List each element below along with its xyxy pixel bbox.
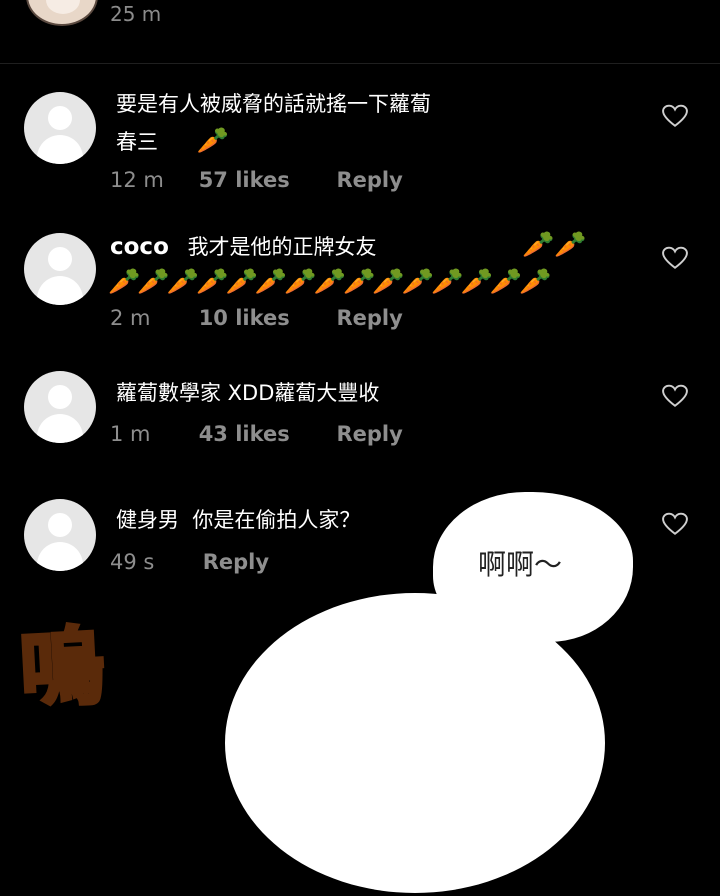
heart-outline-icon[interactable] bbox=[662, 512, 688, 536]
speech-bubble-text: 啊啊～ bbox=[478, 548, 563, 581]
comment-text: coco 我才是他的正牌女友 bbox=[110, 231, 377, 261]
comment-time: 2 m bbox=[110, 306, 151, 330]
comment-text-line1: 我才是他的正牌女友 bbox=[187, 235, 377, 259]
likes-count[interactable]: 43 likes bbox=[199, 422, 290, 446]
comment-text: 春三 🥕 bbox=[116, 126, 229, 156]
likes-count[interactable]: 57 likes bbox=[199, 168, 290, 192]
reply-button[interactable]: Reply bbox=[336, 168, 402, 192]
comment-time: 25 m bbox=[110, 2, 162, 26]
reply-button[interactable]: Reply bbox=[203, 550, 269, 574]
username[interactable]: coco bbox=[110, 234, 169, 260]
comment-meta: 1 m 43 likes Reply bbox=[110, 422, 403, 446]
default-avatar-icon[interactable] bbox=[24, 371, 96, 443]
comment-meta: 49 s Reply bbox=[110, 550, 269, 574]
comment-time: 49 s bbox=[110, 550, 155, 574]
reply-button[interactable]: Reply bbox=[336, 306, 402, 330]
comment-time: 1 m bbox=[110, 422, 151, 446]
comment-text: 要是有人被威脅的話就搖一下蘿蔔 bbox=[116, 92, 431, 116]
default-avatar-icon[interactable] bbox=[24, 92, 96, 164]
comment-text: 健身男 你是在偷拍人家？ bbox=[116, 508, 361, 532]
comment-time: 12 m bbox=[110, 168, 164, 192]
sound-effect-text: 嗚 bbox=[15, 615, 102, 721]
default-avatar-icon[interactable] bbox=[24, 233, 96, 305]
carrot-emoji-row: 🥕🥕🥕🥕🥕🥕🥕🥕🥕🥕🥕🥕🥕🥕🥕 bbox=[108, 267, 552, 297]
comment-text: 蘿蔔數學家 XDD蘿蔔大豐收 bbox=[116, 381, 380, 405]
comment-meta: 12 m 57 likes Reply bbox=[110, 168, 403, 192]
heart-outline-icon[interactable] bbox=[662, 246, 688, 270]
heart-outline-icon[interactable] bbox=[662, 384, 688, 408]
heart-outline-icon[interactable] bbox=[662, 104, 688, 128]
carrot-emoji: 🥕 bbox=[196, 126, 230, 156]
divider bbox=[0, 63, 720, 64]
reply-button[interactable]: Reply bbox=[336, 422, 402, 446]
default-avatar-icon[interactable] bbox=[24, 499, 96, 571]
avatar[interactable] bbox=[26, 0, 98, 26]
carrot-emoji: 🥕🥕 bbox=[522, 230, 587, 260]
likes-count[interactable]: 10 likes bbox=[199, 306, 290, 330]
comment-meta: 2 m 10 likes Reply bbox=[110, 306, 403, 330]
comment-text-line2: 春三 bbox=[116, 130, 158, 154]
